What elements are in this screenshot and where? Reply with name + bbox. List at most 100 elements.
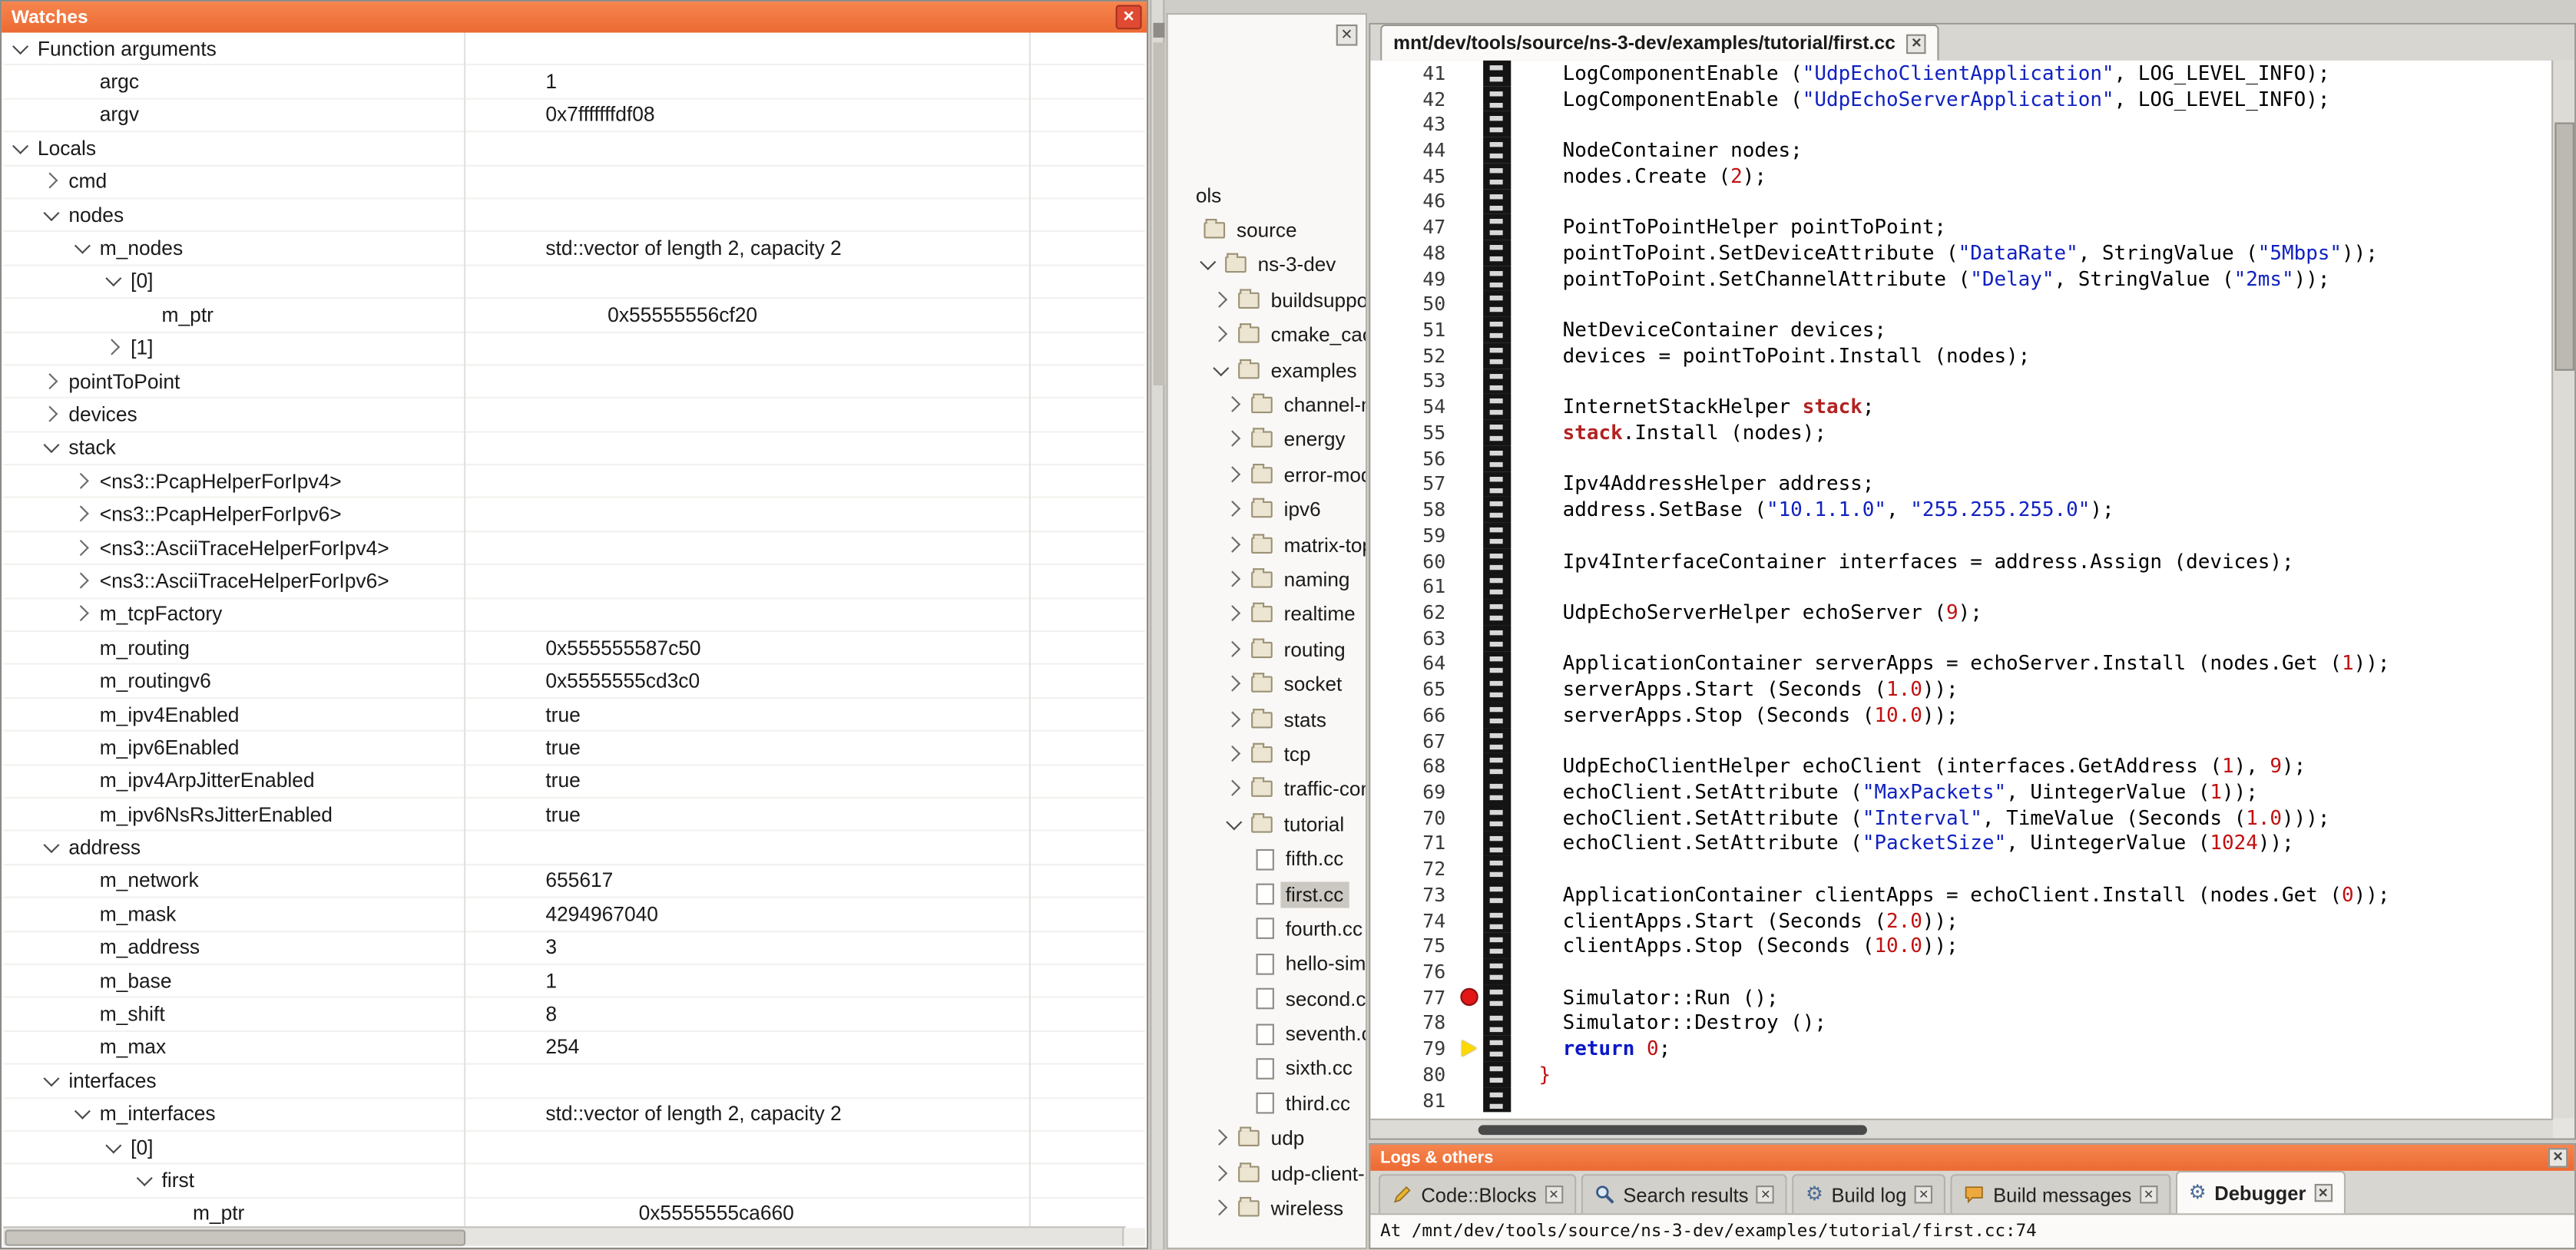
code-text[interactable]: } [1511, 1063, 1551, 1086]
breakpoint-margin[interactable] [1459, 805, 1483, 830]
code-line-43[interactable]: 43 [1370, 112, 2574, 137]
line-number[interactable]: 73 [1370, 883, 1459, 906]
line-number[interactable]: 72 [1370, 858, 1459, 881]
watch-row-cmd[interactable]: cmd [3, 166, 1145, 199]
line-number[interactable]: 62 [1370, 601, 1459, 624]
watch-row-m_nodes[interactable]: m_nodesstd::vector of length 2, capacity… [3, 233, 1145, 266]
watch-row-m_max[interactable]: m_max254 [3, 1032, 1145, 1065]
tree-item-source[interactable]: source [1168, 213, 1366, 247]
watch-row-m_ipv6NsRsJitterEnabled[interactable]: m_ipv6NsRsJitterEnabledtrue [3, 799, 1145, 832]
code-line-41[interactable]: 41 LogComponentEnable ("UdpEchoClientApp… [1370, 61, 2574, 86]
breakpoint-margin[interactable] [1459, 394, 1483, 419]
watch-row-argc[interactable]: argc1 [3, 66, 1145, 99]
breakpoint-margin[interactable] [1459, 137, 1483, 163]
expand-icon[interactable] [44, 373, 60, 389]
expand-icon[interactable] [1227, 641, 1243, 657]
watch-row-Functionarguments[interactable]: Function arguments [3, 33, 1145, 66]
watch-row-m_network[interactable]: m_network655617 [3, 865, 1145, 898]
line-number[interactable]: 46 [1370, 190, 1459, 213]
logs-tab-search-results[interactable]: Search results✕ [1581, 1174, 1787, 1213]
line-number[interactable]: 53 [1370, 370, 1459, 393]
line-number[interactable]: 77 [1370, 986, 1459, 1009]
breakpoint-margin[interactable] [1459, 86, 1483, 111]
tree-item-udp[interactable]: udp [1168, 1121, 1366, 1156]
line-number[interactable]: 56 [1370, 447, 1459, 470]
tree-item-ols[interactable]: ols [1168, 178, 1366, 213]
code-text[interactable]: PointToPointHelper pointToPoint; [1511, 216, 1946, 239]
breakpoint-margin[interactable] [1459, 856, 1483, 881]
breakpoint-margin[interactable] [1459, 420, 1483, 445]
tree-item-routing[interactable]: routing [1168, 632, 1366, 666]
logs-tab-debugger[interactable]: ⚙Debugger✕ [2176, 1171, 2346, 1213]
tree-item-examples[interactable]: examples [1168, 352, 1366, 387]
code-line-64[interactable]: 64 ApplicationContainer serverApps = ech… [1370, 651, 2574, 676]
line-number[interactable]: 78 [1370, 1011, 1459, 1034]
editor-horizontal-scrollbar[interactable] [1370, 1119, 2553, 1139]
tree-item-fourth.cc[interactable]: fourth.cc [1168, 911, 1366, 946]
breakpoint-margin[interactable] [1459, 1061, 1483, 1086]
code-line-45[interactable]: 45 nodes.Create (2); [1370, 163, 2574, 188]
logs-close-button[interactable]: ✕ [2548, 1148, 2568, 1168]
code-line-51[interactable]: 51 NetDeviceContainer devices; [1370, 317, 2574, 342]
code-text[interactable]: UdpEchoServerHelper echoServer (9); [1511, 601, 1982, 624]
collapse-icon[interactable] [13, 141, 29, 157]
line-number[interactable]: 43 [1370, 113, 1459, 136]
watch-row-m_ipv6Enabled[interactable]: m_ipv6Enabledtrue [3, 732, 1145, 765]
line-number[interactable]: 61 [1370, 575, 1459, 598]
watches-column-divider-2[interactable] [1029, 33, 1031, 1228]
breakpoint-icon[interactable] [1460, 987, 1478, 1005]
expand-icon[interactable] [1214, 1200, 1230, 1216]
breakpoint-margin[interactable] [1459, 702, 1483, 727]
tree-item-tutorial[interactable]: tutorial [1168, 807, 1366, 842]
expand-icon[interactable] [1214, 292, 1230, 308]
watches-hscroll-thumb[interactable] [5, 1230, 465, 1246]
tree-item-naming[interactable]: naming [1168, 562, 1366, 597]
code-line-63[interactable]: 63 [1370, 625, 2574, 650]
expand-icon[interactable] [1214, 1166, 1230, 1182]
watches-table[interactable]: Function argumentsargc1argv0x7fffffffdf0… [3, 33, 1145, 1228]
line-number[interactable]: 55 [1370, 422, 1459, 445]
collapse-icon[interactable] [75, 240, 91, 256]
code-line-47[interactable]: 47 PointToPointHelper pointToPoint; [1370, 214, 2574, 240]
code-text[interactable]: serverApps.Start (Seconds (1.0)); [1511, 678, 1958, 701]
code-text[interactable]: serverApps.Stop (Seconds (10.0)); [1511, 703, 1958, 726]
code-line-56[interactable]: 56 [1370, 445, 2574, 471]
collapse-icon[interactable] [44, 839, 60, 855]
tree-item-fifth.cc[interactable]: fifth.cc [1168, 842, 1366, 876]
collapse-icon[interactable] [137, 1172, 154, 1189]
tree-item-udp-client-ser[interactable]: udp-client-ser [1168, 1156, 1366, 1191]
logs-tab-build-messages[interactable]: Build messages✕ [1951, 1174, 2171, 1213]
management-close-button[interactable]: ✕ [1336, 25, 1358, 46]
code-text[interactable]: LogComponentEnable ("UdpEchoServerApplic… [1511, 88, 2329, 111]
line-number[interactable]: 68 [1370, 755, 1459, 778]
line-number[interactable]: 49 [1370, 267, 1459, 290]
breakpoint-margin[interactable] [1459, 831, 1483, 856]
code-text[interactable]: return 0; [1511, 1037, 1670, 1060]
code-line-66[interactable]: 66 serverApps.Stop (Seconds (10.0)); [1370, 702, 2574, 727]
expand-icon[interactable] [1227, 607, 1243, 623]
watches-horizontal-scrollbar[interactable] [3, 1227, 1125, 1247]
code-line-61[interactable]: 61 [1370, 574, 2574, 599]
watches-vscroll-thumb[interactable] [1154, 42, 1165, 385]
breakpoint-margin[interactable] [1459, 189, 1483, 214]
watch-row-m_base[interactable]: m_base1 [3, 965, 1145, 998]
line-number[interactable]: 57 [1370, 472, 1459, 495]
breakpoint-margin[interactable] [1459, 266, 1483, 291]
expand-icon[interactable] [1227, 432, 1243, 448]
line-number[interactable]: 44 [1370, 139, 1459, 162]
breakpoint-margin[interactable] [1459, 522, 1483, 547]
breakpoint-margin[interactable] [1459, 676, 1483, 702]
line-number[interactable]: 60 [1370, 550, 1459, 573]
watch-row-m_tcpFactory[interactable]: m_tcpFactory [3, 599, 1145, 632]
code-line-46[interactable]: 46 [1370, 189, 2574, 214]
code-area[interactable]: 41 LogComponentEnable ("UdpEchoClientApp… [1370, 61, 2574, 1139]
watch-row-ns3PcapHelperForIpv4[interactable]: <ns3::PcapHelperForIpv4> [3, 465, 1145, 498]
tree-item-first.cc[interactable]: first.cc [1168, 877, 1366, 911]
watch-row-Locals[interactable]: Locals [3, 133, 1145, 166]
code-line-59[interactable]: 59 [1370, 522, 2574, 547]
code-line-44[interactable]: 44 NodeContainer nodes; [1370, 137, 2574, 163]
line-number[interactable]: 74 [1370, 909, 1459, 932]
code-line-71[interactable]: 71 echoClient.SetAttribute ("PacketSize"… [1370, 831, 2574, 856]
tree-item-socket[interactable]: socket [1168, 667, 1366, 702]
collapse-icon[interactable] [1214, 362, 1230, 378]
